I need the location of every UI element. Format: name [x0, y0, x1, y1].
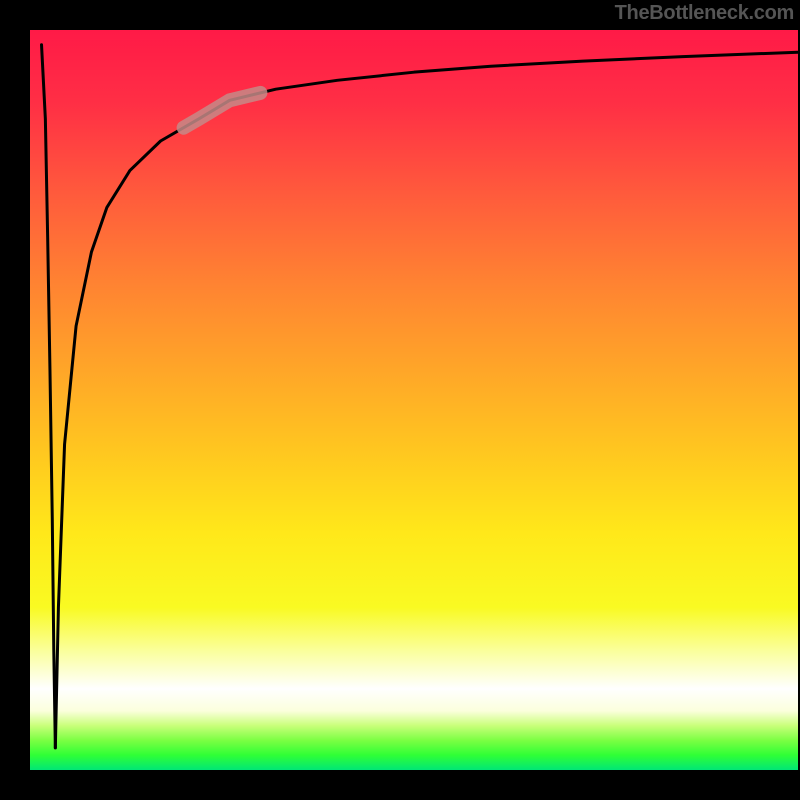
watermark-text: TheBottleneck.com	[615, 2, 794, 25]
curve-group	[42, 45, 798, 748]
curve-rise-branch	[55, 52, 798, 748]
curve-drop-branch	[42, 45, 56, 748]
chart-overlay	[30, 30, 798, 770]
curve-highlight-segment	[184, 93, 261, 128]
chart-frame: TheBottleneck.com	[0, 0, 800, 800]
